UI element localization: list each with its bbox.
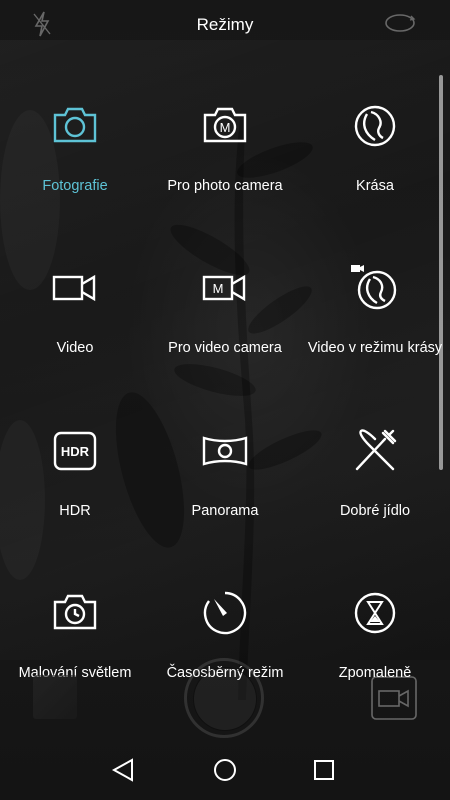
beauty-video-icon	[351, 265, 397, 310]
mode-beauty[interactable]: Krása	[300, 100, 450, 195]
mode-label: Pro video camera	[168, 340, 282, 356]
pro-photo-icon-text: M	[220, 120, 231, 135]
video-record-icon[interactable]	[371, 676, 417, 720]
back-icon[interactable]	[104, 754, 144, 786]
food-icon	[355, 429, 397, 471]
gallery-thumbnail[interactable]	[33, 675, 77, 719]
slow-motion-icon	[354, 592, 396, 634]
mode-label: Pro photo camera	[167, 178, 283, 194]
navigation-bar	[0, 740, 450, 800]
mode-photo[interactable]: Fotografie	[0, 100, 150, 195]
mode-label: Krása	[356, 178, 394, 194]
mode-beauty-video[interactable]: Video v režimu krásy	[300, 262, 450, 357]
recent-apps-icon[interactable]	[304, 754, 344, 786]
timelapse-icon	[203, 591, 247, 635]
scrollbar[interactable]	[439, 75, 443, 470]
switch-camera-icon[interactable]	[383, 10, 417, 36]
home-icon[interactable]	[205, 754, 245, 786]
mode-hdr[interactable]: HDR HDR	[0, 425, 150, 520]
mode-slow-motion[interactable]: Zpomaleně	[300, 587, 450, 682]
mode-label: Dobré jídlo	[339, 503, 411, 519]
mode-label: HDR	[59, 503, 91, 519]
beauty-icon	[354, 105, 396, 147]
mode-label: Panorama	[191, 503, 259, 519]
light-painting-icon	[53, 594, 97, 630]
mode-food[interactable]: Dobré jídlo	[300, 425, 450, 520]
mode-label: Fotografie	[42, 178, 108, 194]
mode-label: Video v režimu krásy	[307, 340, 443, 356]
camera-icon	[53, 107, 97, 143]
hdr-icon: HDR	[53, 431, 97, 471]
pro-video-icon-text: M	[213, 281, 224, 296]
video-icon	[52, 274, 96, 302]
mode-light-painting[interactable]: Malování světlem	[0, 587, 150, 682]
mode-pro-photo[interactable]: M Pro photo camera	[150, 100, 300, 195]
hdr-icon-text: HDR	[61, 444, 90, 459]
panorama-icon	[202, 436, 248, 466]
pro-photo-icon: M	[203, 107, 247, 143]
mode-panorama[interactable]: Panorama	[150, 425, 300, 520]
mode-label: Video	[56, 340, 94, 356]
mode-pro-video[interactable]: M Pro video camera	[150, 262, 300, 357]
pro-video-icon: M	[202, 274, 246, 302]
mode-video[interactable]: Video	[0, 262, 150, 357]
shutter-button[interactable]	[184, 658, 264, 738]
top-bar: Režimy	[0, 0, 450, 48]
